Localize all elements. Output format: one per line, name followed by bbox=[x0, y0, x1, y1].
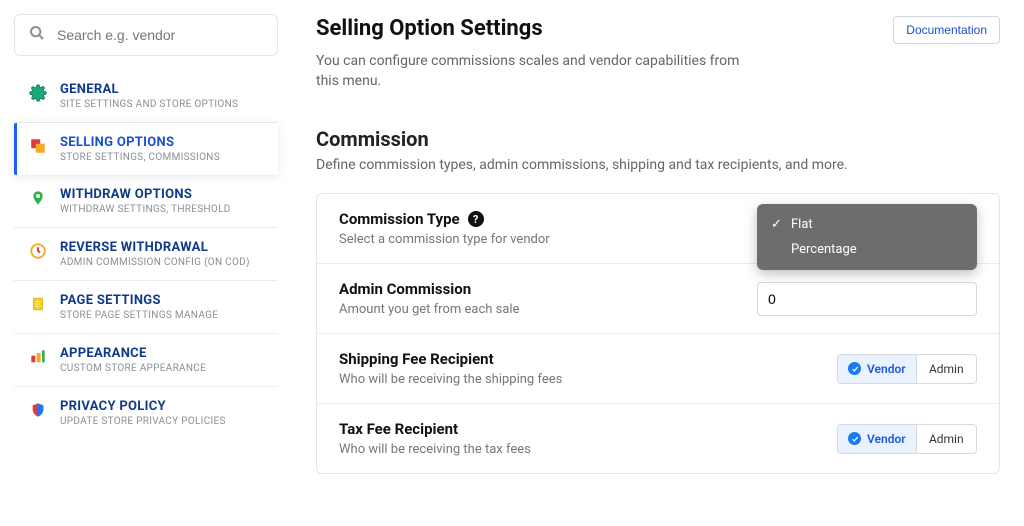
sidebar-item-title: GENERAL bbox=[60, 82, 264, 97]
dropdown-option-flat[interactable]: ✓ Flat bbox=[757, 212, 977, 237]
page-title: Selling Option Settings bbox=[316, 16, 543, 41]
sidebar-item-withdraw-options[interactable]: WITHDRAW OPTIONS WITHDRAW SETTINGS, THRE… bbox=[14, 175, 278, 228]
field-hint: Who will be receiving the tax fees bbox=[339, 442, 737, 457]
appearance-icon bbox=[28, 347, 48, 367]
sidebar-item-sub: STORE SETTINGS, COMMISSIONS bbox=[60, 152, 264, 163]
sidebar-item-title: SELLING OPTIONS bbox=[60, 135, 264, 150]
section-title-commission: Commission bbox=[316, 127, 1000, 151]
help-icon[interactable]: ? bbox=[468, 211, 484, 227]
row-admin-commission: Admin Commission Amount you get from eac… bbox=[317, 264, 999, 334]
check-circle-icon bbox=[848, 362, 861, 375]
sidebar-item-reverse-withdrawal[interactable]: REVERSE WITHDRAWAL ADMIN COMMISSION CONF… bbox=[14, 228, 278, 281]
search-input[interactable] bbox=[57, 27, 263, 43]
row-shipping-fee-recipient: Shipping Fee Recipient Who will be recei… bbox=[317, 334, 999, 404]
sidebar-item-selling-options[interactable]: SELLING OPTIONS STORE SETTINGS, COMMISSI… bbox=[14, 123, 278, 175]
shipping-recipient-vendor[interactable]: Vendor bbox=[838, 355, 917, 383]
sidebar-item-appearance[interactable]: APPEARANCE CUSTOM STORE APPEARANCE bbox=[14, 334, 278, 387]
pin-icon bbox=[28, 188, 48, 208]
field-label: Admin Commission bbox=[339, 280, 737, 298]
sidebar-item-title: PRIVACY POLICY bbox=[60, 399, 264, 414]
sidebar-item-sub: UPDATE STORE PRIVACY POLICIES bbox=[60, 416, 264, 427]
field-label: Commission Type bbox=[339, 210, 460, 228]
sidebar-item-title: PAGE SETTINGS bbox=[60, 293, 264, 308]
row-tax-fee-recipient: Tax Fee Recipient Who will be receiving … bbox=[317, 404, 999, 473]
commission-panel: Commission Type ? Select a commission ty… bbox=[316, 193, 1000, 474]
commission-type-dropdown[interactable]: ✓ Flat Percentage bbox=[757, 204, 977, 270]
tax-recipient-toggle: Vendor Admin bbox=[837, 424, 977, 454]
search-field[interactable] bbox=[14, 14, 278, 56]
refresh-icon bbox=[28, 241, 48, 261]
sidebar-item-sub: CUSTOM STORE APPEARANCE bbox=[60, 363, 264, 374]
sidebar-item-sub: WITHDRAW SETTINGS, THRESHOLD bbox=[60, 204, 264, 215]
page-icon bbox=[28, 294, 48, 314]
gear-icon bbox=[28, 83, 48, 103]
field-hint: Select a commission type for vendor bbox=[339, 232, 737, 247]
row-commission-type: Commission Type ? Select a commission ty… bbox=[317, 194, 999, 264]
search-icon bbox=[29, 25, 45, 45]
squares-icon bbox=[28, 136, 48, 156]
check-icon: ✓ bbox=[771, 217, 783, 232]
field-label: Tax Fee Recipient bbox=[339, 420, 737, 438]
tax-recipient-vendor[interactable]: Vendor bbox=[838, 425, 917, 453]
dropdown-option-percentage[interactable]: Percentage bbox=[757, 237, 977, 262]
field-hint: Who will be receiving the shipping fees bbox=[339, 372, 737, 387]
field-hint: Amount you get from each sale bbox=[339, 302, 737, 317]
sidebar: GENERAL SITE SETTINGS AND STORE OPTIONS … bbox=[14, 14, 278, 526]
main-content: Selling Option Settings Documentation Yo… bbox=[316, 14, 1010, 526]
check-circle-icon bbox=[848, 432, 861, 445]
documentation-button[interactable]: Documentation bbox=[893, 16, 1000, 44]
sidebar-item-sub: SITE SETTINGS AND STORE OPTIONS bbox=[60, 99, 264, 110]
sidebar-item-privacy-policy[interactable]: PRIVACY POLICY UPDATE STORE PRIVACY POLI… bbox=[14, 387, 278, 439]
admin-commission-input[interactable] bbox=[757, 282, 977, 316]
shipping-recipient-toggle: Vendor Admin bbox=[837, 354, 977, 384]
sidebar-item-title: REVERSE WITHDRAWAL bbox=[60, 240, 264, 255]
sidebar-item-sub: STORE PAGE SETTINGS MANAGE bbox=[60, 310, 264, 321]
tax-recipient-admin[interactable]: Admin bbox=[917, 425, 976, 453]
page-description: You can configure commissions scales and… bbox=[316, 52, 756, 91]
sidebar-item-page-settings[interactable]: PAGE SETTINGS STORE PAGE SETTINGS MANAGE bbox=[14, 281, 278, 334]
section-description: Define commission types, admin commissio… bbox=[316, 157, 1000, 173]
field-label: Shipping Fee Recipient bbox=[339, 350, 737, 368]
sidebar-item-general[interactable]: GENERAL SITE SETTINGS AND STORE OPTIONS bbox=[14, 70, 278, 123]
sidebar-item-title: APPEARANCE bbox=[60, 346, 264, 361]
sidebar-item-title: WITHDRAW OPTIONS bbox=[60, 187, 264, 202]
shipping-recipient-admin[interactable]: Admin bbox=[917, 355, 976, 383]
privacy-icon bbox=[28, 400, 48, 420]
sidebar-item-sub: ADMIN COMMISSION CONFIG (ON COD) bbox=[60, 257, 264, 268]
